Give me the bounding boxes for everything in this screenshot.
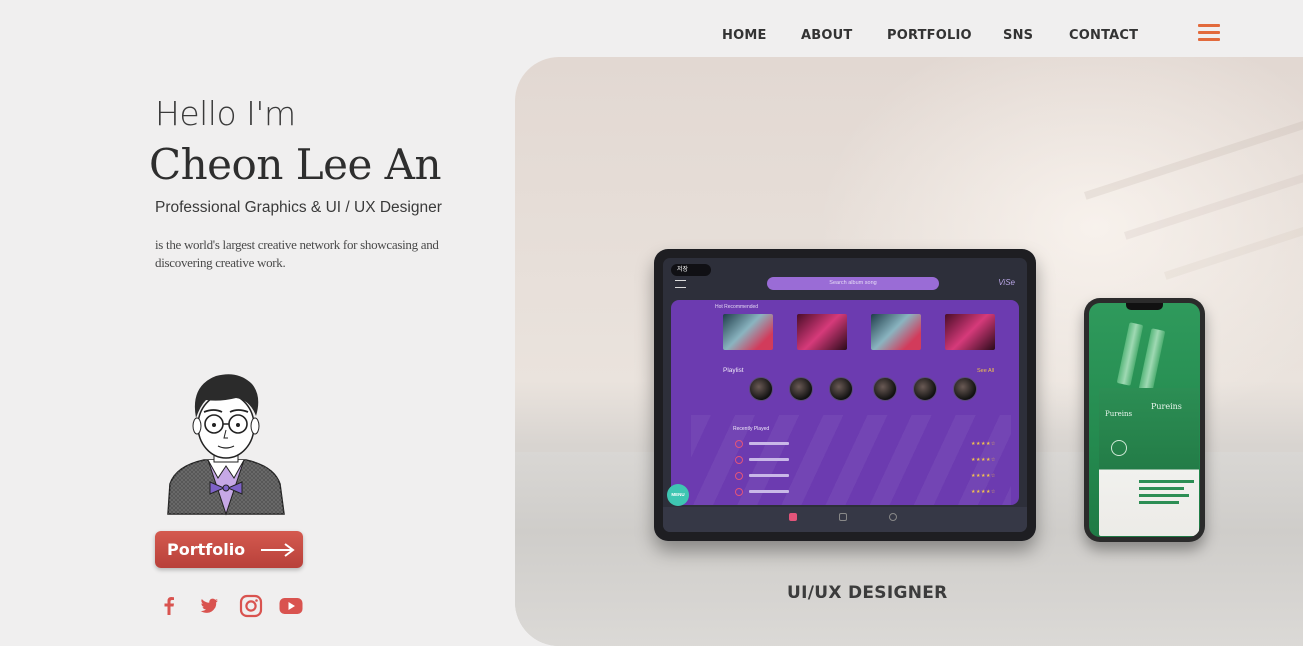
track-icon [735,456,743,464]
see-all-link: See All [977,368,995,374]
nav-sns[interactable]: SNS [1003,28,1033,43]
app-search-bar: Search album song [767,277,939,290]
designer-name: Cheon Lee An [149,140,442,189]
settings-icon [889,513,897,521]
track-icon [735,472,743,480]
track-icon [735,488,743,496]
youtube-icon[interactable] [278,593,304,619]
section-recent: Recently Played [733,426,770,432]
hamburger-icon[interactable] [1198,24,1220,41]
track-icon [735,440,743,448]
rating-stars: ★★★★☆ [971,441,996,447]
arrow-right-icon [261,542,295,557]
playlist-disc [749,377,773,401]
section-playlist: Playlist [723,367,744,374]
facebook-icon[interactable] [156,593,182,619]
app-bottom-bar [663,507,1027,532]
hero-caption: UI/UX DESIGNER [787,583,948,603]
instagram-icon[interactable] [238,593,264,619]
playlist-disc [953,377,977,401]
playlist-disc [913,377,937,401]
phone-mockup: Pureins Pureins [1084,298,1205,542]
nav-home[interactable]: HOME [722,28,767,43]
nav-contact[interactable]: CONTACT [1069,28,1138,43]
product-box: Pureins Pureins [1099,388,1199,536]
product-brand: Pureins [1151,402,1182,411]
tablet-mockup: 저장 Search album song ViSe Hot Recommende… [654,249,1036,541]
twitter-icon[interactable] [196,593,222,619]
app-logo: ViSe [998,278,1015,287]
menu-icon [675,280,686,288]
menu-fab: MENU [667,484,689,506]
portfolio-button[interactable]: Portfolio [155,531,303,568]
album-thumb [797,314,847,350]
greeting-text: Hello I'm [155,94,296,133]
app-content-panel: Hot Recommended Playlist See All Recentl… [671,300,1019,505]
rating-stars: ★★★★☆ [971,457,996,463]
status-badge: 저장 [671,264,711,276]
album-thumb [945,314,995,350]
music-icon [839,513,847,521]
playlist-disc [789,377,813,401]
album-thumb [723,314,773,350]
playlist-disc [829,377,853,401]
rating-stars: ★★★★☆ [971,473,996,479]
nav-about[interactable]: ABOUT [801,28,852,43]
album-thumb [871,314,921,350]
nav-portfolio[interactable]: PORTFOLIO [887,28,972,43]
product-brand: Pureins [1105,410,1133,418]
portfolio-button-label: Portfolio [167,540,246,559]
avatar-illustration-icon [167,374,285,516]
designer-role: Professional Graphics & UI / UX Designer [155,199,442,216]
playlist-disc [873,377,897,401]
home-icon [789,513,797,521]
top-navigation: HOME ABOUT PORTFOLIO SNS CONTACT [0,0,1303,58]
intro-description: is the world's largest creative network … [155,237,439,270]
tablet-screen: 저장 Search album song ViSe Hot Recommende… [663,258,1027,532]
rating-stars: ★★★★☆ [971,489,996,495]
phone-screen: Pureins Pureins [1089,303,1200,537]
section-recommended: Hot Recommended [715,304,759,310]
